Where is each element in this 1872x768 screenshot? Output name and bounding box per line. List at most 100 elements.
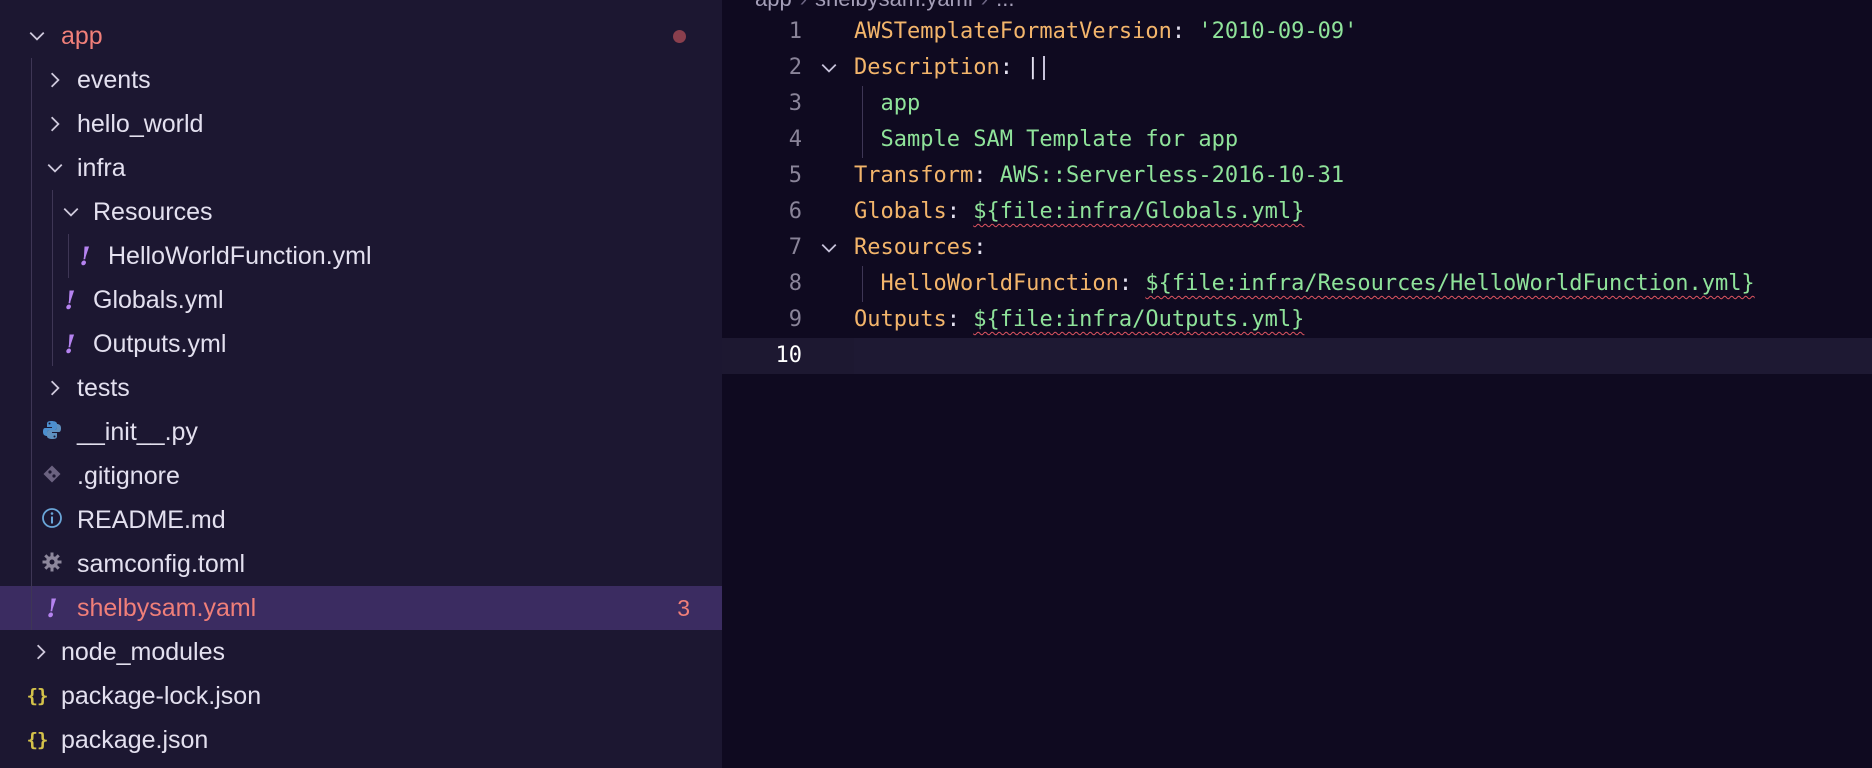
indent-guide — [31, 278, 32, 322]
tree-item-label: samconfig.toml — [77, 550, 246, 578]
folder-row[interactable]: hello_world — [0, 102, 722, 146]
chevron-down-icon[interactable] — [26, 14, 48, 58]
yaml-icon: ! — [79, 241, 91, 271]
folder-row[interactable]: tests — [0, 366, 722, 410]
fold-chevron-down-icon[interactable] — [818, 50, 840, 86]
file-row[interactable]: ! shelbysam.yaml 3 — [0, 586, 722, 630]
text-cursor — [1043, 56, 1046, 80]
indent-guide — [68, 234, 69, 278]
code-token: Sample SAM Template for app — [854, 127, 1239, 152]
info-icon — [40, 498, 64, 542]
tree-item-label: tests — [77, 374, 130, 402]
tree-item-label: shelbysam.yaml — [77, 594, 257, 622]
code-line[interactable]: 6 Globals: ${file:infra/Globals.yml} — [722, 194, 1872, 230]
tree-item-label: __init__.py — [77, 418, 198, 446]
folder-row[interactable]: events — [0, 58, 722, 102]
code-editor[interactable]: app›shelbysam.yaml›... 1AWSTemplateForma… — [722, 0, 1872, 768]
code-token: app — [854, 91, 921, 116]
indent-guide — [52, 322, 53, 366]
json-icon: {} — [26, 685, 49, 707]
tree-item-label: HelloWorldFunction.yml — [108, 242, 372, 270]
code-text[interactable]: Sample SAM Template for app — [854, 122, 1238, 158]
code-token: : — [946, 307, 974, 332]
code-text[interactable]: Transform: AWS::Serverless-2016-10-31 — [854, 158, 1344, 194]
code-text[interactable]: AWSTemplateFormatVersion: '2010-09-09' — [854, 14, 1357, 50]
file-row[interactable]: __init__.py — [0, 410, 722, 454]
git-icon — [40, 454, 64, 498]
tree-item-label: infra — [77, 154, 126, 182]
python-icon — [40, 410, 64, 454]
code-line[interactable]: 4 Sample SAM Template for app — [722, 122, 1872, 158]
chevron-right-icon[interactable] — [30, 630, 52, 674]
code-line[interactable]: 3 app — [722, 86, 1872, 122]
indent-guide — [31, 586, 32, 630]
file-row[interactable]: README.md — [0, 498, 722, 542]
yaml-icon: ! — [64, 285, 76, 315]
indent-guide — [31, 410, 32, 454]
line-number: 6 — [788, 199, 802, 224]
problem-count-badge: 3 — [677, 595, 690, 621]
ide-window: app events hello_world infra Resources! Hello… — [0, 0, 1872, 768]
code-line[interactable]: 7 Resources: — [722, 230, 1872, 266]
line-number: 10 — [775, 343, 803, 368]
indent-guide — [52, 278, 53, 322]
tree-item-label: hello_world — [77, 110, 204, 138]
tree-item-label: app — [61, 22, 103, 50]
code-token: Globals — [854, 199, 947, 224]
chevron-down-icon[interactable] — [44, 146, 66, 190]
chevron-right-icon[interactable] — [44, 102, 66, 146]
tree-item-label: Outputs.yml — [93, 330, 227, 358]
code-token: AWSTemplateFormatVersion — [854, 19, 1172, 44]
chevron-right-icon[interactable] — [44, 58, 66, 102]
code-line[interactable]: 5 Transform: AWS::Serverless-2016-10-31 — [722, 158, 1872, 194]
breadcrumb: app›shelbysam.yaml›... — [755, 0, 1014, 14]
indent-guide — [31, 542, 32, 586]
code-token: : | — [999, 55, 1040, 80]
line-number: 7 — [788, 235, 802, 260]
breadcrumb-separator: › — [792, 0, 815, 14]
code-text[interactable]: Globals: ${file:infra/Globals.yml} — [854, 194, 1304, 230]
code-line[interactable]: 8 HelloWorldFunction: ${file:infra/Resou… — [722, 266, 1872, 302]
breadcrumb-item[interactable]: app — [755, 0, 792, 11]
line-number: 2 — [788, 55, 802, 80]
code-token: : — [973, 163, 1000, 188]
code-line[interactable]: 2 Description: | — [722, 50, 1872, 86]
chevron-right-icon[interactable] — [44, 366, 66, 410]
file-row[interactable]: {} package-lock.json — [0, 674, 722, 718]
tree-item-label: package.json — [61, 726, 209, 754]
fold-chevron-down-icon[interactable] — [818, 230, 840, 266]
code-token: HelloWorldFunction — [854, 271, 1119, 296]
code-text[interactable]: HelloWorldFunction: ${file:infra/Resourc… — [854, 266, 1754, 302]
code-line[interactable]: 1 AWSTemplateFormatVersion: '2010-09-09' — [722, 14, 1872, 50]
breadcrumb-item[interactable]: shelbysam.yaml — [815, 0, 973, 11]
gear-icon — [40, 542, 64, 586]
folder-row[interactable]: Resources — [0, 190, 722, 234]
code-token: Description — [854, 55, 1000, 80]
chevron-down-icon[interactable] — [60, 190, 82, 234]
folder-row[interactable]: app — [0, 14, 722, 58]
indent-guide — [31, 234, 32, 278]
file-row[interactable]: ! Outputs.yml — [0, 322, 722, 366]
code-token: Resources — [854, 235, 974, 260]
tree-item-label: .gitignore — [77, 462, 180, 490]
file-row[interactable]: .gitignore — [0, 454, 722, 498]
file-row[interactable]: samconfig.toml — [0, 542, 722, 586]
code-text[interactable]: Outputs: ${file:infra/Outputs.yml} — [854, 302, 1304, 338]
file-row[interactable]: ! HelloWorldFunction.yml — [0, 234, 722, 278]
code-text[interactable]: Resources: — [854, 230, 986, 266]
folder-row[interactable]: infra — [0, 146, 722, 190]
file-row[interactable]: {} package.json — [0, 718, 722, 762]
file-row[interactable]: ! Globals.yml — [0, 278, 722, 322]
indent-guide — [31, 102, 32, 146]
folder-row[interactable]: node_modules — [0, 630, 722, 674]
code-token: : — [973, 235, 987, 260]
code-line[interactable]: 9 Outputs: ${file:infra/Outputs.yml} — [722, 302, 1872, 338]
code-token: AWS::Serverless-2016-10-31 — [999, 163, 1345, 188]
code-text[interactable]: Description: | — [854, 50, 1046, 86]
indent-guide — [31, 146, 32, 190]
indent-guide — [52, 234, 53, 278]
error-underlined-token: ${file:infra/Globals.yml} — [973, 199, 1305, 224]
breadcrumb-item[interactable]: ... — [996, 0, 1014, 11]
code-text[interactable]: app — [854, 86, 920, 122]
code-line[interactable]: 10 — [722, 338, 1872, 374]
